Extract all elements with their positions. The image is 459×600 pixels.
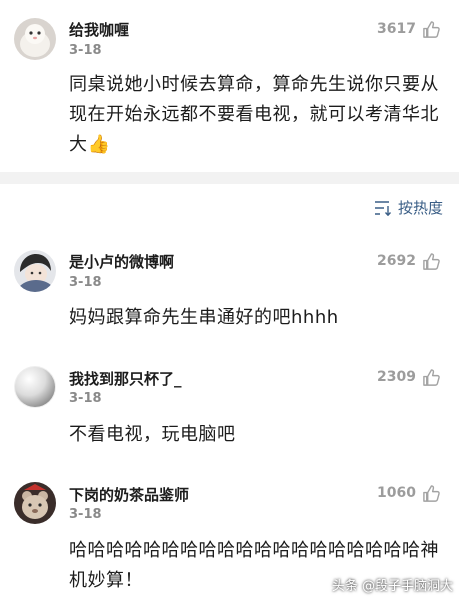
avatar[interactable] xyxy=(14,482,56,524)
avatar-image xyxy=(14,366,56,408)
comment-date: 3-18 xyxy=(69,43,102,58)
comment-date: 3-18 xyxy=(69,275,102,290)
avatar-image xyxy=(14,250,56,292)
avatar-image xyxy=(14,18,56,60)
like-count: 3617 xyxy=(377,21,416,37)
user-name[interactable]: 给我咖喱 xyxy=(69,19,129,40)
avatar[interactable] xyxy=(14,18,56,60)
like-button[interactable]: 1060 xyxy=(377,482,441,504)
avatar-image xyxy=(14,482,56,524)
comment-text: 不看电视，玩电脑吧 xyxy=(69,424,236,445)
like-count: 2692 xyxy=(377,253,416,269)
comment-date: 3-18 xyxy=(69,507,102,522)
comment-text: 妈妈跟算命先生串通好的吧hhhh xyxy=(69,307,339,328)
avatar[interactable] xyxy=(14,250,56,292)
thumbs-up-icon xyxy=(423,252,440,270)
comment-text: 同桌说她小时候去算命，算命先生说你只要从现在开始永远都不要看电视，就可以考清华北… xyxy=(69,74,439,155)
section-divider xyxy=(0,172,459,184)
like-button[interactable]: 2309 xyxy=(377,366,441,388)
like-count: 2309 xyxy=(377,369,416,385)
sort-toggle[interactable]: 按热度 xyxy=(374,197,443,218)
avatar[interactable] xyxy=(14,366,56,408)
user-name[interactable]: 下岗的奶茶品鉴师 xyxy=(69,484,189,505)
watermark: 头条 @段子手脑洞大 xyxy=(331,579,453,594)
user-name[interactable]: 是小卢的微博啊 xyxy=(69,251,174,272)
thumbs-up-icon xyxy=(423,20,440,38)
thumbs-up-icon xyxy=(423,484,440,502)
comment-page: 给我咖喱 3-18 3617 同桌说她小时候去算命，算命先生说你只要从现在开始永… xyxy=(0,0,459,600)
like-button[interactable]: 2692 xyxy=(377,250,441,272)
sort-label: 按热度 xyxy=(397,199,443,217)
user-name[interactable]: 我找到那只杯了_ xyxy=(69,368,182,389)
sort-icon xyxy=(374,200,391,216)
like-button[interactable]: 3617 xyxy=(377,18,441,40)
comment-date: 3-18 xyxy=(69,391,102,406)
thumbs-up-icon xyxy=(423,368,440,386)
like-count: 1060 xyxy=(377,485,416,501)
